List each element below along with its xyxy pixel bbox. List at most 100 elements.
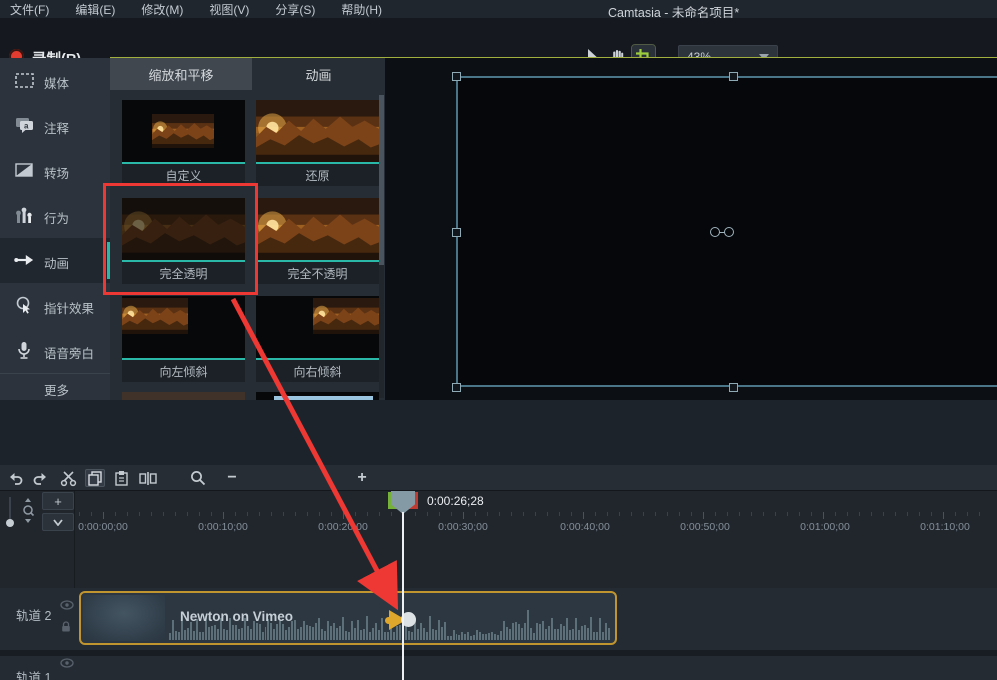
panel-scrollbar-thumb[interactable] xyxy=(379,95,384,265)
zoom-out-button[interactable]: − xyxy=(222,469,242,487)
zoom-to-fit-icon[interactable] xyxy=(20,498,36,524)
minus-icon: − xyxy=(227,469,237,486)
tab-animations[interactable]: 动画 xyxy=(252,58,385,90)
undo-button[interactable] xyxy=(6,469,26,487)
sidebar: 媒体 a 注释 转场 行为 动画 指针效果 语音旁白 更多 xyxy=(0,58,110,400)
timeline-clip[interactable]: Newton on Vimeo xyxy=(79,591,617,645)
track-2-name: 轨道 2 xyxy=(16,609,52,623)
preset-label: 还原 xyxy=(256,164,379,186)
cursor-magnifier-icon xyxy=(14,295,34,315)
playhead-handle[interactable] xyxy=(391,491,415,514)
resize-handle-bottom-left[interactable] xyxy=(452,383,461,392)
preview-canvas[interactable] xyxy=(385,58,997,400)
preset-thumbnail xyxy=(256,198,379,260)
menu-bar: 文件(F) 编辑(E) 修改(M) 视图(V) 分享(S) 帮助(H) xyxy=(0,0,997,18)
track-height-slider-handle[interactable] xyxy=(6,519,14,527)
sidebar-item-animations[interactable]: 动画 xyxy=(0,238,110,283)
sidebar-item-annotations[interactable]: a 注释 xyxy=(0,103,110,148)
preset-restore[interactable]: 还原 xyxy=(256,100,379,186)
sidebar-item-label: 行为 xyxy=(44,212,70,226)
preset-thumbnail xyxy=(313,298,379,334)
playhead-time: 0:00:26;28 xyxy=(427,494,484,508)
highlight-box xyxy=(103,183,258,295)
track-1-name: 轨道 1 xyxy=(16,671,52,680)
menu-view[interactable]: 视图(V) xyxy=(209,1,249,18)
redo-button[interactable] xyxy=(30,469,50,487)
ruler-label: 0:00:50;00 xyxy=(680,521,730,533)
ruler-label: 0:01:10;00 xyxy=(920,521,970,533)
animation-arrow-icon xyxy=(14,250,34,270)
menu-edit[interactable]: 编辑(E) xyxy=(75,1,115,18)
clip-thumbnail xyxy=(83,595,165,641)
preset-thumbnail xyxy=(256,100,379,162)
sidebar-more-button[interactable]: 更多 xyxy=(0,373,110,400)
tab-zoom-and-pan[interactable]: 缩放和平移 xyxy=(110,58,252,90)
sidebar-item-voice-narration[interactable]: 语音旁白 xyxy=(0,328,110,373)
track-options-button[interactable] xyxy=(42,513,74,531)
plus-icon: + xyxy=(357,469,367,486)
film-icon xyxy=(14,70,34,90)
cut-button[interactable] xyxy=(58,469,78,487)
eye-icon[interactable] xyxy=(60,600,74,611)
ruler-label: 0:00:20;00 xyxy=(318,521,368,533)
camtasia-window: 文件(F) 编辑(E) 修改(M) 视图(V) 分享(S) 帮助(H) Camt… xyxy=(0,0,997,680)
svg-text:a: a xyxy=(24,121,29,130)
eye-icon[interactable] xyxy=(60,658,74,669)
ruler-label: 0:00:10;00 xyxy=(198,521,248,533)
ruler-label: 0:01:00;00 xyxy=(800,521,850,533)
ruler-label: 0:00:00;00 xyxy=(78,521,128,533)
rotation-handle-link xyxy=(719,231,725,233)
sidebar-item-cursor-effects[interactable]: 指针效果 xyxy=(0,283,110,328)
sidebar-more-label: 更多 xyxy=(44,384,70,398)
timeline: + 0:00:00;00 0:00:10;00 0:00:20;00 0:00:… xyxy=(0,491,997,680)
ruler-label: 0:00:40;00 xyxy=(560,521,610,533)
paste-button[interactable] xyxy=(111,469,131,487)
sidebar-item-transitions[interactable]: 转场 xyxy=(0,148,110,193)
preset-partial-left[interactable] xyxy=(122,392,245,400)
preset-label: 向右倾斜 xyxy=(256,360,379,382)
sidebar-item-behaviors[interactable]: 行为 xyxy=(0,193,110,238)
preset-thumbnail xyxy=(122,298,188,334)
preset-tilt-left[interactable]: 向左倾斜 xyxy=(122,296,245,382)
add-track-button[interactable]: + xyxy=(42,492,74,510)
timeline-toolbar: − + xyxy=(0,465,997,491)
sidebar-item-label: 指针效果 xyxy=(44,302,95,316)
player-bar: 0: xyxy=(0,400,997,465)
preset-label: 完全不透明 xyxy=(256,262,379,284)
menu-file[interactable]: 文件(F) xyxy=(10,1,49,18)
menu-share[interactable]: 分享(S) xyxy=(275,1,315,18)
clip-title: Newton on Vimeo xyxy=(180,609,294,624)
preset-thumbnail xyxy=(122,392,245,400)
preset-fully-opaque[interactable]: 完全不透明 xyxy=(256,198,379,284)
zoom-in-button[interactable]: + xyxy=(352,469,372,487)
timeline-ruler[interactable]: 0:00:00;00 0:00:10;00 0:00:20;00 0:00:30… xyxy=(75,512,997,540)
playhead-line[interactable] xyxy=(402,512,404,680)
resize-handle-left-mid[interactable] xyxy=(452,228,461,237)
panel-scrollbar[interactable] xyxy=(379,95,384,398)
sidebar-item-label: 注释 xyxy=(44,122,70,136)
preset-label: 向左倾斜 xyxy=(122,360,245,382)
split-button[interactable] xyxy=(138,469,158,487)
ruler-label: 0:00:30;00 xyxy=(438,521,488,533)
copy-button[interactable] xyxy=(85,469,105,487)
timeline-zoom-icon xyxy=(188,469,208,487)
top-toolbar: 录制(R) 43% xyxy=(0,18,997,69)
menu-modify[interactable]: 修改(M) xyxy=(141,1,183,18)
microphone-icon xyxy=(14,340,34,360)
menu-help[interactable]: 帮助(H) xyxy=(341,1,382,18)
sidebar-item-media[interactable]: 媒体 xyxy=(0,58,110,103)
resize-handle-top-left[interactable] xyxy=(452,72,461,81)
preset-thumbnail xyxy=(152,114,214,148)
preset-tilt-right[interactable]: 向右倾斜 xyxy=(256,296,379,382)
lock-icon[interactable] xyxy=(60,621,74,632)
resize-handle-bottom-mid[interactable] xyxy=(729,383,738,392)
track-2-row[interactable]: 轨道 2 Newton on Vimeo xyxy=(0,588,997,650)
resize-handle-top-mid[interactable] xyxy=(729,72,738,81)
rotation-handle-icon[interactable] xyxy=(724,227,734,237)
sidebar-item-label: 动画 xyxy=(44,257,70,271)
sidebar-item-label: 转场 xyxy=(44,167,70,181)
behaviors-icon xyxy=(14,205,34,225)
track-1-row[interactable]: 轨道 1 xyxy=(0,656,997,680)
preset-custom[interactable]: 自定义 xyxy=(122,100,245,186)
preset-partial-right[interactable] xyxy=(256,392,379,400)
